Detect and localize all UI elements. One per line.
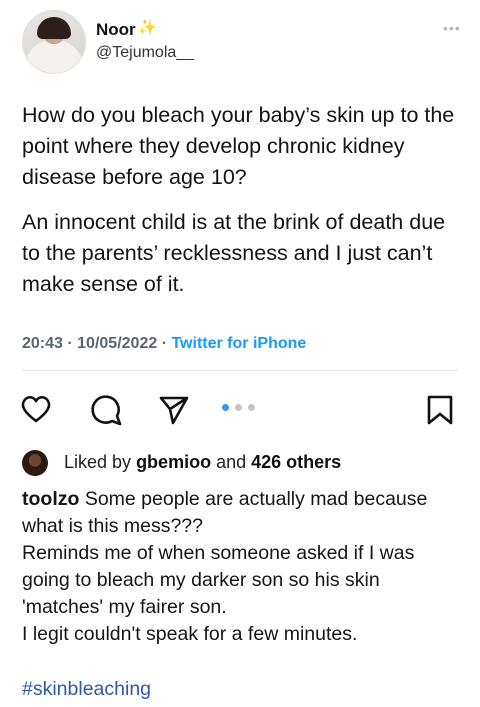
carousel-dot (235, 404, 242, 411)
like-button[interactable] (20, 394, 52, 424)
meta-separator: · (67, 335, 73, 352)
caption-line-3: I legit couldn't speak for a few minutes… (22, 623, 358, 645)
more-icon[interactable]: ••• (443, 20, 461, 36)
share-button[interactable] (158, 394, 190, 426)
likes-prefix: Liked by (64, 452, 132, 472)
author-avatar[interactable] (22, 10, 86, 74)
likes-count[interactable]: 426 others (251, 452, 341, 472)
bookmark-icon (427, 395, 453, 425)
author-name[interactable]: Noor (96, 20, 136, 40)
save-button[interactable] (425, 394, 455, 426)
carousel-dot (248, 404, 255, 411)
meta-separator: · (161, 335, 168, 352)
caption-line-1: Some people are actually mad because wha… (22, 488, 428, 537)
sparkle-icon: ✨ (138, 19, 157, 36)
author-handle[interactable]: @Tejumola__ (96, 44, 194, 62)
liker-avatar[interactable] (22, 450, 48, 476)
likes-and: and (216, 452, 247, 472)
hashtag-link[interactable]: #skinbleaching (22, 678, 151, 701)
tweet-source[interactable]: Twitter for iPhone (171, 335, 306, 352)
share-icon (159, 396, 189, 425)
tweet-date: 10/05/2022 (77, 335, 158, 352)
divider (22, 370, 458, 371)
tweet-text-paragraph-1: How do you bleach your baby’s skin up to… (22, 103, 455, 189)
caption-line-2: Reminds me of when someone asked if I wa… (22, 542, 415, 618)
caption-username[interactable]: toolzo (22, 488, 79, 510)
tweet-time: 20:43 (22, 335, 63, 352)
comment-button[interactable] (90, 394, 122, 426)
likes-summary[interactable]: Liked by gbemioo and 426 others (64, 452, 341, 473)
tweet-text-paragraph-2: An innocent child is at the brink of dea… (22, 210, 446, 296)
carousel-dot-active (222, 404, 229, 411)
tweet-meta: 20:43 · 10/05/2022 · Twitter for iPhone (22, 335, 306, 353)
liker-username[interactable]: gbemioo (136, 452, 211, 472)
comment-icon (91, 395, 122, 426)
post-caption: toolzo Some people are actually mad beca… (22, 486, 462, 648)
heart-icon (21, 395, 51, 423)
